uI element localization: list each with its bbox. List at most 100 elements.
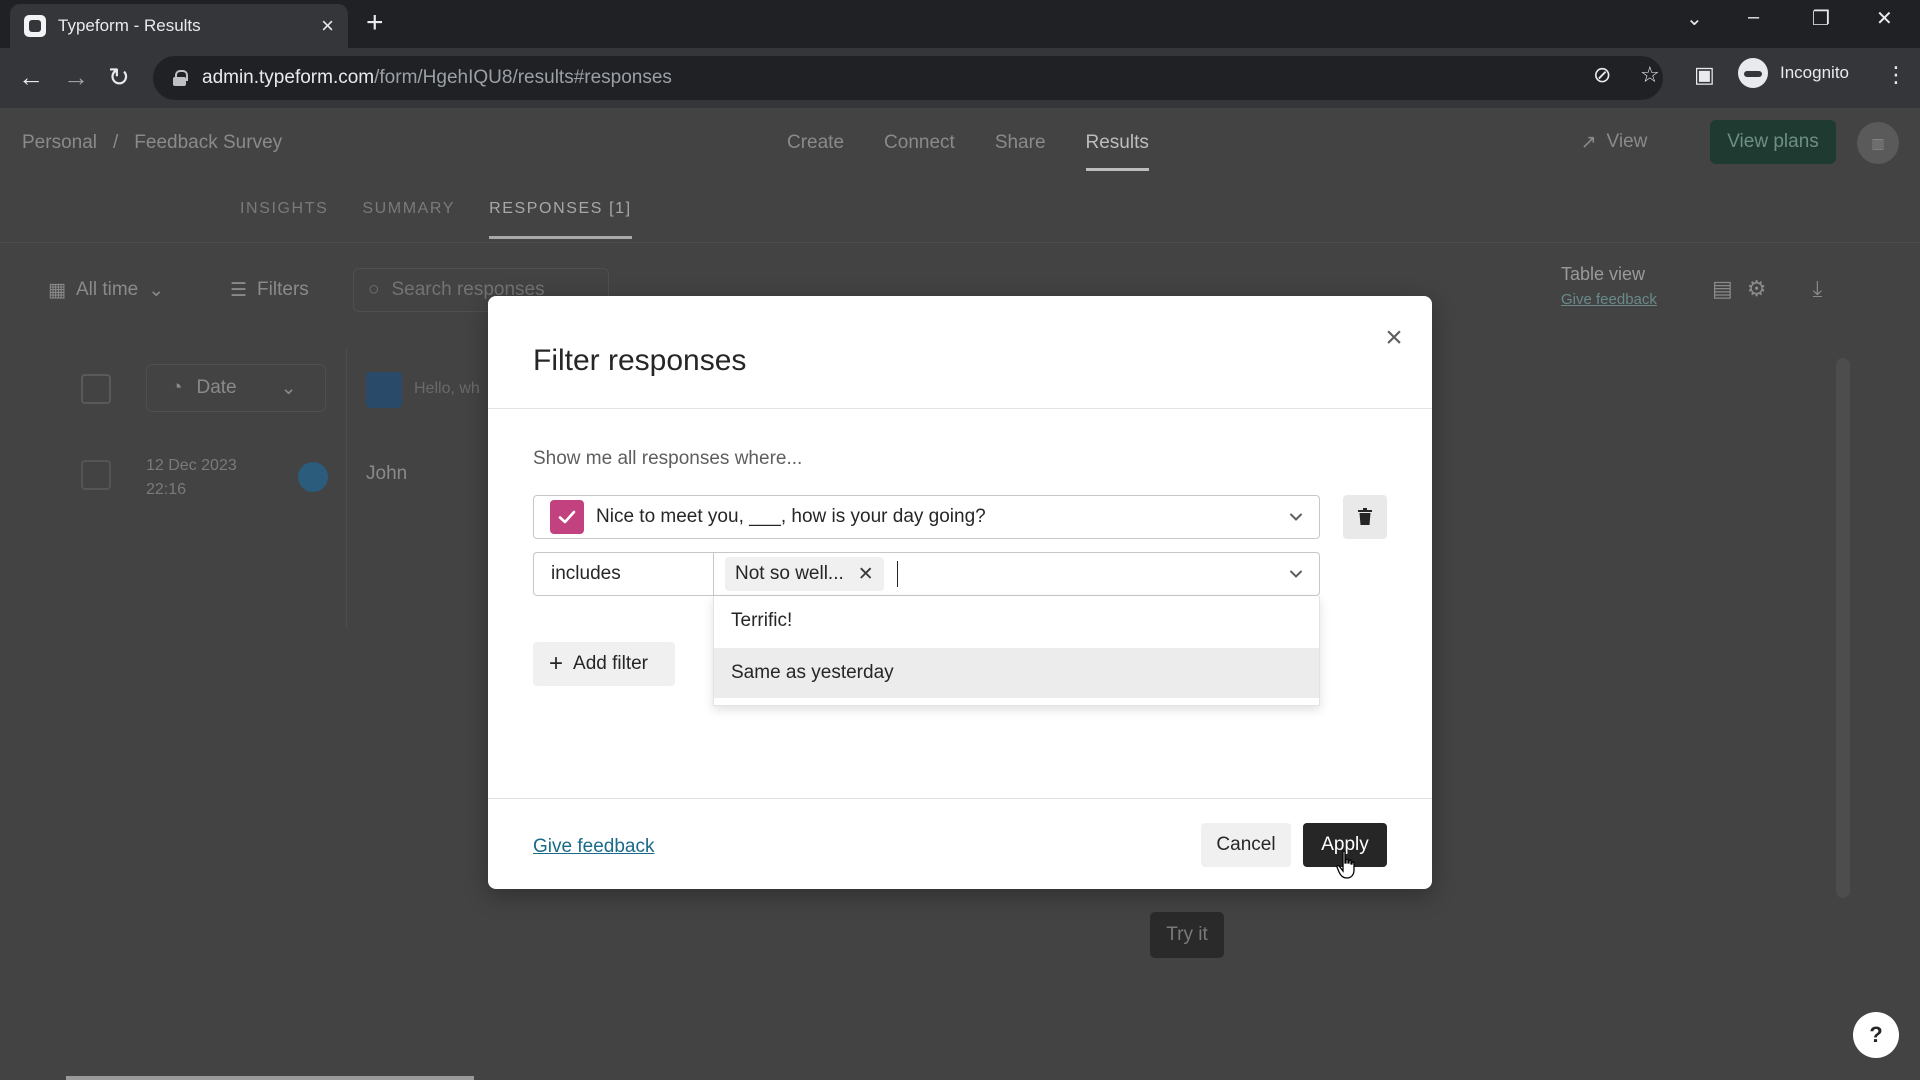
remove-chip-icon[interactable]: ✕ [858, 563, 874, 586]
browser-menu-icon[interactable]: ⋮ [1885, 62, 1907, 88]
question-column-header[interactable]: Hello, wh [414, 380, 480, 398]
table-view-toggles: ▤ ⚙ ⤓ [1712, 276, 1822, 302]
table-view-feedback-link[interactable]: Give feedback [1561, 291, 1657, 308]
browser-toolbar: ← → ↻ admin.typeform.com/form/HgehIQU8/r… [0, 48, 1920, 108]
hand-cursor-icon [1336, 850, 1355, 879]
breadcrumb: Personal / Feedback Survey [22, 132, 282, 154]
nav-create[interactable]: Create [787, 132, 844, 171]
filters-button[interactable]: ☰ Filters [220, 268, 336, 312]
download-icon[interactable]: ⤓ [1813, 276, 1823, 302]
url-path: /form/HgehIQU8/results#responses [374, 67, 672, 88]
table-icon[interactable]: ▤ [1712, 276, 1733, 302]
results-subtabs: INSIGHTS SUMMARY RESPONSES [1] [240, 200, 666, 239]
tab-search-icon[interactable]: ⌄ [1686, 6, 1703, 31]
avatar[interactable]: ▥ [1857, 122, 1899, 164]
delete-filter-button[interactable] [1343, 495, 1387, 539]
values-dropdown: Terrific! Same as yesterday [713, 596, 1320, 706]
chip-label: Not so well... [735, 563, 844, 584]
browser-tabbar: Typeform - Results × + ⌄ – ❐ ✕ [0, 0, 1920, 48]
divider [488, 408, 1432, 409]
tab-title: Typeform - Results [58, 16, 201, 35]
dropdown-option-same-as-yesterday[interactable]: Same as yesterday [714, 648, 1319, 698]
column-divider [346, 348, 347, 628]
tab-insights[interactable]: INSIGHTS [240, 200, 328, 239]
condition-select[interactable]: includes [533, 552, 713, 596]
address-bar[interactable]: admin.typeform.com/form/HgehIQU8/results… [153, 56, 1663, 100]
forward-icon[interactable]: → [63, 62, 89, 92]
filter-lines-icon: ☰ [230, 279, 248, 301]
vertical-scrollbar[interactable] [1836, 358, 1850, 898]
question-type-icon [366, 372, 402, 408]
row-time: 22:16 [146, 481, 187, 498]
side-panel-icon[interactable]: ▣ [1694, 62, 1715, 88]
chevron-down-icon[interactable] [1289, 567, 1303, 581]
cancel-button[interactable]: Cancel [1201, 823, 1291, 867]
incognito-icon [1738, 58, 1768, 88]
nav-results[interactable]: Results [1085, 132, 1149, 171]
row-name: John [366, 463, 408, 484]
restore-icon[interactable]: ❐ [1812, 6, 1830, 31]
browser-tab[interactable]: Typeform - Results × [10, 4, 348, 48]
date-column-header[interactable]: ◔ Date ⌄ [146, 364, 326, 412]
respondent-avatar [298, 462, 328, 492]
horizontal-scrollbar[interactable] [66, 1076, 474, 1080]
view-button[interactable]: ↗ View [1570, 122, 1658, 162]
try-it-button[interactable]: Try it [1150, 912, 1224, 958]
url-host: admin.typeform.com [202, 67, 375, 88]
plus-icon: + [549, 650, 564, 677]
divider [488, 798, 1432, 799]
date-range-dropdown[interactable]: ▦ All time ⌄ [36, 268, 186, 312]
close-icon[interactable]: × [1380, 323, 1408, 353]
eye-off-icon[interactable]: ⊘ [1593, 62, 1611, 88]
top-nav: Create Connect Share Results [787, 132, 1189, 171]
row-date: 12 Dec 2023 [146, 457, 237, 474]
filter-responses-modal: Filter responses × Show me all responses… [488, 296, 1432, 889]
gear-icon[interactable]: ⚙ [1747, 276, 1767, 302]
nav-connect[interactable]: Connect [884, 132, 955, 171]
give-feedback-link[interactable]: Give feedback [533, 836, 654, 858]
view-label: View [1606, 131, 1648, 152]
search-icon: ○ [368, 279, 380, 300]
question-select[interactable]: Nice to meet you, ___, how is your day g… [533, 495, 1320, 539]
external-link-icon: ↗ [1580, 131, 1597, 153]
modal-subtitle: Show me all responses where... [533, 448, 803, 469]
checkmark-icon [550, 500, 584, 534]
table-row-date: 12 Dec 2023 22:16 [146, 454, 237, 502]
incognito-badge[interactable]: Incognito [1738, 58, 1849, 88]
selected-value-chip: Not so well... ✕ [725, 557, 884, 591]
close-tab-icon[interactable]: × [321, 15, 334, 37]
row-checkbox[interactable] [81, 460, 111, 490]
back-icon[interactable]: ← [18, 62, 44, 92]
modal-title: Filter responses [533, 344, 747, 377]
chevron-down-icon [1290, 513, 1302, 521]
divider [0, 242, 1920, 243]
text-caret [896, 561, 898, 587]
trash-icon [1358, 508, 1372, 525]
new-tab-icon[interactable]: + [366, 8, 384, 38]
question-text: Nice to meet you, ___, how is your day g… [596, 506, 986, 527]
table-view-label: Table view Give feedback [1561, 264, 1657, 308]
bookmark-star-icon[interactable]: ☆ [1640, 62, 1660, 88]
reload-icon[interactable]: ↻ [108, 62, 130, 92]
date-column-label: Date [196, 377, 237, 398]
add-filter-button[interactable]: + Add filter [533, 642, 675, 686]
all-time-label: All time [75, 279, 139, 300]
typeform-favicon-icon [24, 15, 46, 37]
incognito-label: Incognito [1780, 63, 1849, 82]
add-filter-label: Add filter [573, 653, 648, 674]
filters-label: Filters [257, 279, 309, 300]
chevron-down-icon: ⌄ [280, 377, 297, 399]
tab-responses[interactable]: RESPONSES [1] [489, 200, 632, 239]
dropdown-option-terrific[interactable]: Terrific! [714, 596, 1319, 646]
help-button[interactable]: ? [1853, 1012, 1899, 1058]
calendar-icon: ▦ [48, 279, 66, 301]
view-plans-button[interactable]: View plans [1710, 120, 1836, 164]
breadcrumb-feedback-survey[interactable]: Feedback Survey [134, 132, 282, 153]
values-multiselect[interactable]: Not so well... ✕ [713, 552, 1320, 596]
nav-share[interactable]: Share [995, 132, 1046, 171]
minimize-icon[interactable]: – [1748, 6, 1759, 29]
tab-summary[interactable]: SUMMARY [362, 200, 455, 239]
select-all-checkbox[interactable] [81, 374, 111, 404]
breadcrumb-personal[interactable]: Personal [22, 132, 97, 153]
close-window-icon[interactable]: ✕ [1876, 6, 1893, 31]
